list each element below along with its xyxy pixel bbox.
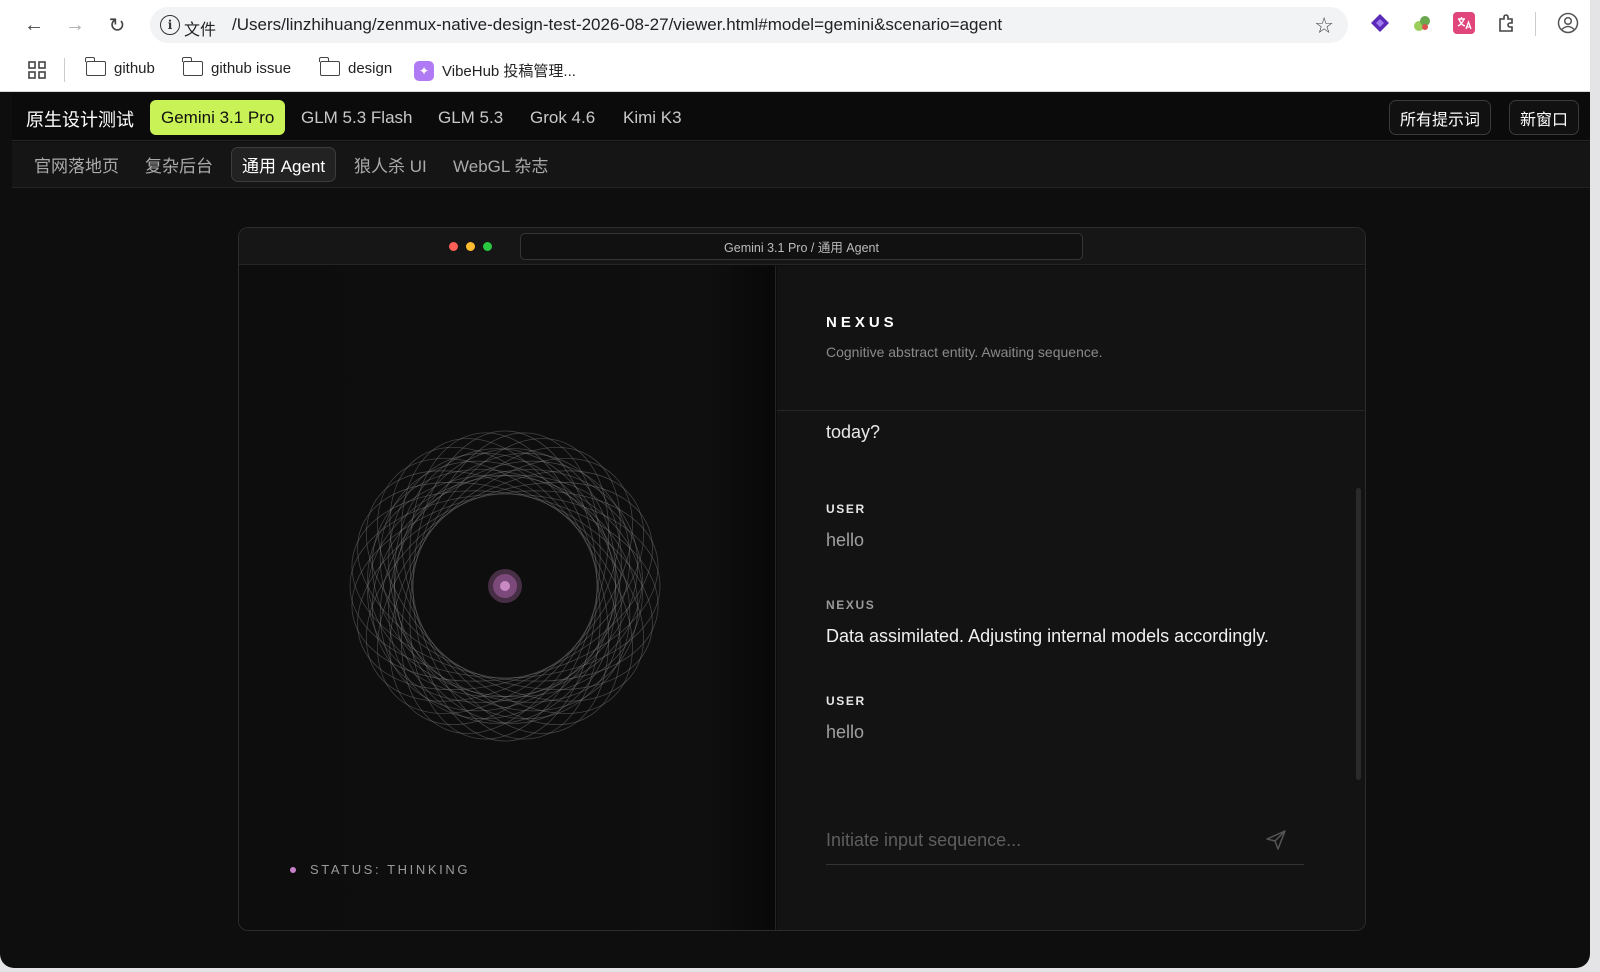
model-tab-glm-5-3-flash[interactable]: GLM 5.3 Flash: [290, 100, 424, 135]
browser-toolbar: ← → ↻ i 文件 /Users/linzhihuang/zenmux-nat…: [0, 0, 1590, 50]
message-list[interactable]: today? USER hello NEXUS Data assimilated…: [777, 412, 1365, 802]
bookmark-label: design: [348, 60, 393, 77]
scenario-tab-landing[interactable]: 官网落地页: [24, 147, 129, 182]
status-text: STATUS: THINKING: [310, 862, 471, 877]
folder-icon: [319, 57, 340, 76]
scenario-tab-webgl[interactable]: WebGL 杂志: [443, 147, 558, 182]
minimize-dot-icon: [466, 242, 475, 251]
bookmark-star-icon[interactable]: ☆: [1314, 13, 1334, 39]
bookmark-label: github: [114, 60, 155, 77]
puzzle-piece-icon[interactable]: [1411, 12, 1433, 34]
agent-tagline: Cognitive abstract entity. Awaiting sequ…: [826, 344, 1103, 360]
message-text: hello: [826, 530, 865, 550]
bookmark-design[interactable]: design: [319, 57, 393, 77]
message-text: today?: [826, 422, 881, 442]
chat-scrollbar[interactable]: [1356, 488, 1361, 780]
translate-icon[interactable]: [1453, 12, 1475, 34]
address-bar[interactable]: i 文件 /Users/linzhihuang/zenmux-native-de…: [150, 7, 1348, 43]
new-window-button[interactable]: 新窗口: [1509, 100, 1580, 135]
message-role-user: USER: [826, 694, 866, 708]
scenario-tab-werewolf[interactable]: 狼人杀 UI: [344, 147, 437, 182]
frame-address: Gemini 3.1 Pro / 通用 Agent: [520, 233, 1083, 260]
message-role-user: USER: [826, 502, 866, 516]
bookmark-label: VibeHub 投稿管理...: [442, 63, 576, 80]
bookmark-github[interactable]: github: [85, 57, 155, 77]
chat-header: NEXUS Cognitive abstract entity. Awaitin…: [777, 266, 1365, 411]
core-center: [500, 581, 510, 591]
model-tab-glm-5-3[interactable]: GLM 5.3: [427, 100, 514, 135]
folder-icon: [85, 57, 106, 76]
message-text: Data assimilated. Adjusting internal mod…: [826, 626, 1269, 646]
apps-grid-icon[interactable]: [27, 60, 47, 85]
message-text: hello: [826, 722, 865, 742]
bookmark-label: github issue: [211, 60, 292, 77]
status-dot-icon: [290, 866, 296, 873]
chat-panel: NEXUS Cognitive abstract entity. Awaitin…: [777, 266, 1365, 930]
model-tab-gemini-3-1-pro[interactable]: Gemini 3.1 Pro: [150, 100, 286, 135]
scheme-label: 文件: [184, 22, 217, 39]
toolbar-divider: [1535, 12, 1536, 36]
vibehub-icon: ✦: [414, 60, 434, 81]
bookmark-github-issue[interactable]: github issue: [182, 57, 292, 77]
scenario-tab-dashboard[interactable]: 复杂后台: [135, 147, 223, 182]
profile-icon[interactable]: [1557, 12, 1579, 34]
back-icon[interactable]: ←: [20, 11, 48, 39]
model-tab-grok-4-6[interactable]: Grok 4.6: [519, 100, 606, 135]
forward-icon[interactable]: →: [61, 11, 89, 39]
message-role-agent: NEXUS: [826, 598, 876, 612]
reload-icon[interactable]: ↻: [103, 11, 131, 39]
chat-input-row: [826, 818, 1304, 865]
model-tab-kimi-k3[interactable]: Kimi K3: [612, 100, 693, 135]
all-prompts-button[interactable]: 所有提示词: [1389, 100, 1492, 135]
folder-icon: [182, 57, 203, 76]
preview-frame: Gemini 3.1 Pro / 通用 Agent STATUS: THINKI…: [238, 227, 1366, 931]
status-indicator: STATUS: THINKING: [290, 862, 470, 877]
info-icon[interactable]: i: [160, 15, 180, 35]
agent-name: NEXUS: [826, 314, 898, 331]
scenario-tab-agent[interactable]: 通用 Agent: [231, 147, 337, 182]
url-text[interactable]: /Users/linzhihuang/zenmux-native-design-…: [232, 15, 1002, 35]
app-title: 原生设计测试: [26, 110, 134, 130]
diamond-icon[interactable]: [1369, 12, 1391, 34]
browser-window: ← → ↻ i 文件 /Users/linzhihuang/zenmux-nat…: [0, 0, 1590, 968]
visual-panel: STATUS: THINKING: [239, 266, 776, 930]
bookmarks-divider: [64, 58, 65, 82]
send-icon[interactable]: [1264, 828, 1288, 852]
bookmarks-bar: github github issue design ✦ VibeHub 投稿管…: [0, 50, 1590, 92]
chat-input[interactable]: [826, 818, 1246, 862]
frame-titlebar: Gemini 3.1 Pro / 通用 Agent: [239, 228, 1365, 265]
spirograph-visual: [349, 430, 661, 742]
scenario-bar: 官网落地页 复杂后台 通用 Agent 狼人杀 UI WebGL 杂志: [12, 142, 1590, 188]
extensions-icon[interactable]: [1495, 12, 1517, 34]
close-dot-icon: [449, 242, 458, 251]
app-header: 原生设计测试 Gemini 3.1 Pro GLM 5.3 Flash GLM …: [12, 93, 1590, 141]
maximize-dot-icon: [483, 242, 492, 251]
bookmark-vibehub[interactable]: ✦ VibeHub 投稿管理...: [414, 60, 576, 81]
